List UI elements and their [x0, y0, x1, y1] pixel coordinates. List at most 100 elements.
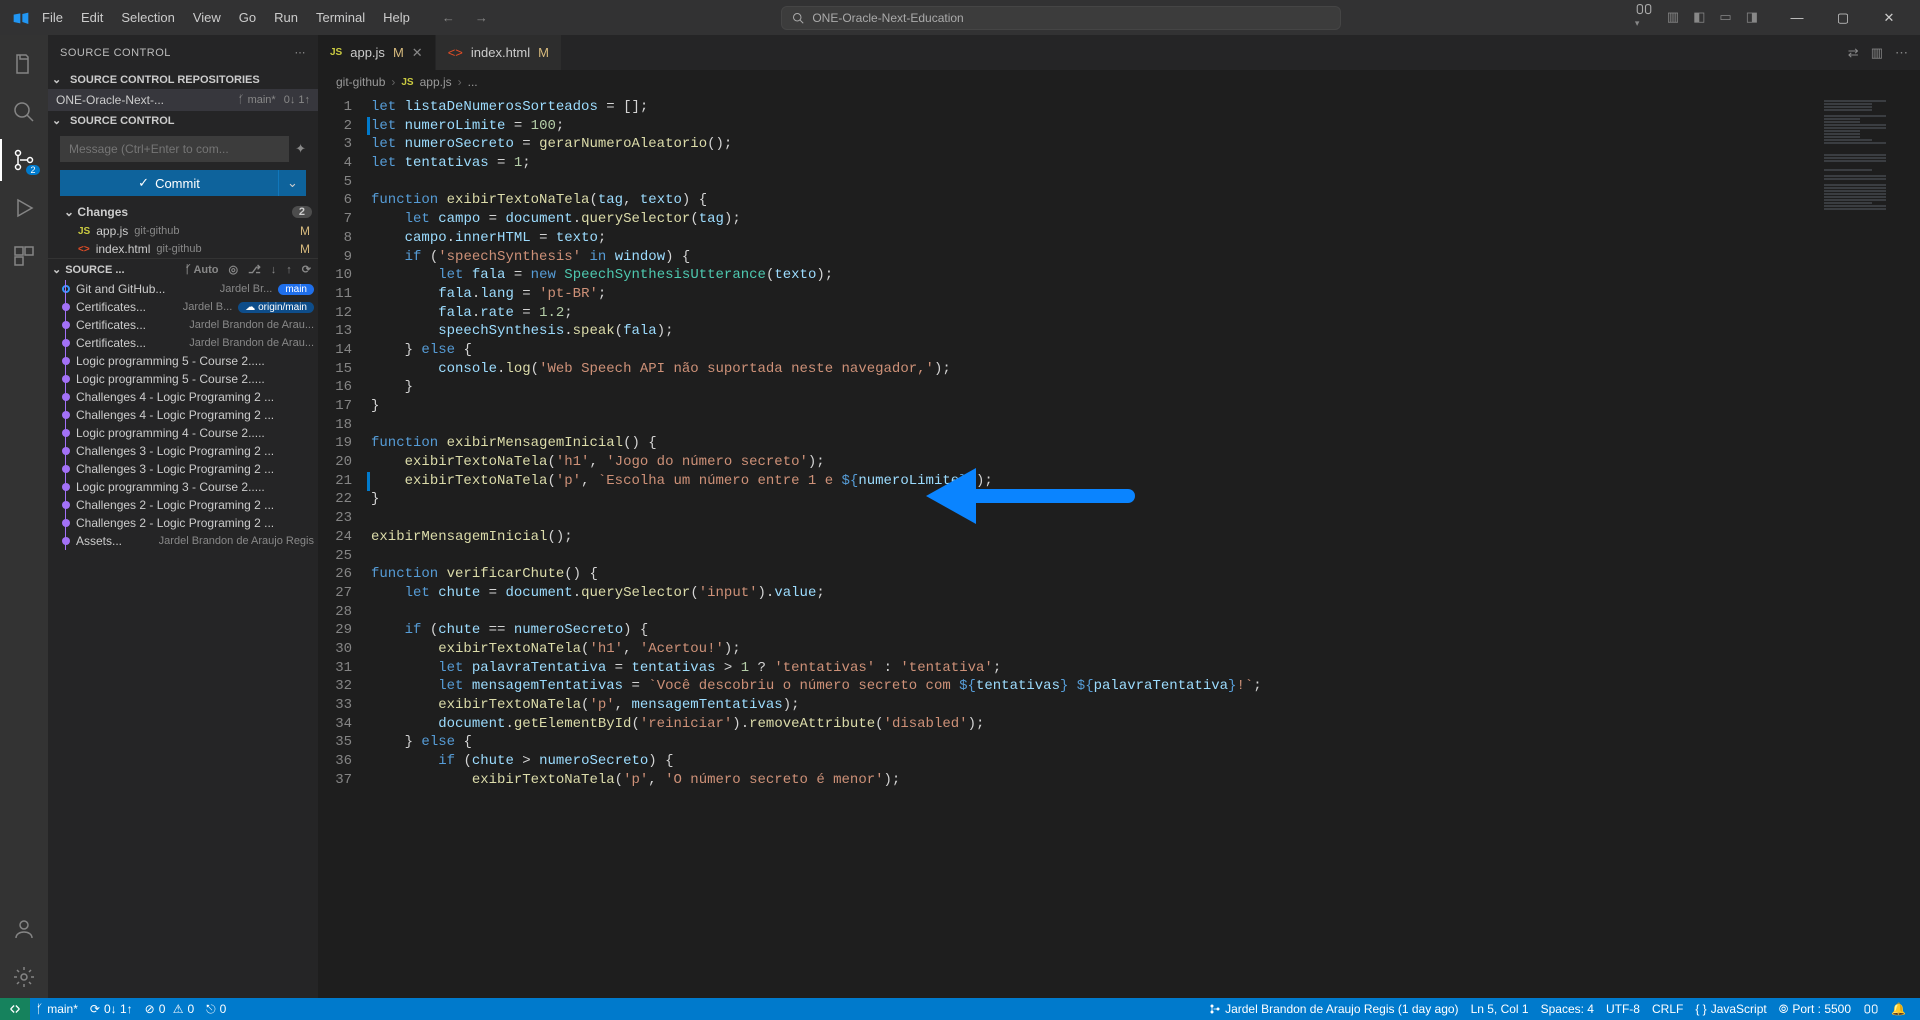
- commit-row[interactable]: Certificates... Jardel B... ☁ origin/mai…: [48, 298, 318, 316]
- scm-repo-row[interactable]: ONE-Oracle-Next-... ᚶ main* 0↓ 1↑: [48, 89, 318, 111]
- nav-back-icon[interactable]: ←: [442, 10, 455, 25]
- commit-row[interactable]: Challenges 4 - Logic Programing 2 ...: [48, 388, 318, 406]
- commit-row[interactable]: Challenges 4 - Logic Programing 2 ...: [48, 406, 318, 424]
- breadcrumbs[interactable]: git-github › JS app.js › ...: [318, 70, 1920, 94]
- close-icon[interactable]: ✕: [412, 45, 423, 61]
- menu-terminal[interactable]: Terminal: [308, 4, 373, 31]
- text-editor[interactable]: 1234567891011121314151617181920212223242…: [318, 94, 1920, 998]
- status-problems[interactable]: ⊘ 0 ⚠ 0: [139, 1002, 201, 1016]
- menu-run[interactable]: Run: [266, 4, 306, 31]
- app-menu: FileEditSelectionViewGoRunTerminalHelp: [34, 4, 418, 31]
- side-bar: SOURCE CONTROL ⋯ ⌄ SOURCE CONTROL REPOSI…: [48, 35, 318, 998]
- commit-dot: [62, 501, 70, 509]
- menu-edit[interactable]: Edit: [73, 4, 111, 31]
- modified-badge: M: [300, 224, 310, 238]
- minimap[interactable]: [1816, 94, 1906, 998]
- changes-header[interactable]: ⌄ Changes 2: [48, 202, 318, 222]
- menu-file[interactable]: File: [34, 4, 71, 31]
- commit-row[interactable]: Git and GitHub... Jardel Br... main: [48, 280, 318, 298]
- modified-indicator: M: [393, 45, 404, 60]
- status-blame[interactable]: Jardel Brandon de Araujo Regis (1 day ag…: [1203, 1001, 1464, 1017]
- commit-row[interactable]: Challenges 2 - Logic Programing 2 ...: [48, 496, 318, 514]
- commit-row[interactable]: Logic programming 4 - Course 2.....: [48, 424, 318, 442]
- layout-customize-icon[interactable]: ▥: [1667, 9, 1679, 25]
- editor-more-icon[interactable]: ⋯: [1895, 45, 1908, 61]
- split-editor-icon[interactable]: ▥: [1871, 45, 1883, 61]
- activity-extensions[interactable]: [0, 235, 48, 277]
- activity-settings[interactable]: [0, 956, 48, 998]
- activity-explorer[interactable]: [0, 43, 48, 85]
- graph-refresh-icon[interactable]: ⟳: [299, 263, 314, 276]
- status-language[interactable]: { } JavaScript: [1689, 1001, 1772, 1017]
- ref-badge: ☁ origin/main: [238, 302, 314, 313]
- menu-help[interactable]: Help: [375, 4, 418, 31]
- menu-selection[interactable]: Selection: [113, 4, 182, 31]
- sparkle-icon[interactable]: ✦: [295, 141, 306, 157]
- graph-header[interactable]: ⌄ SOURCE ... ᚶ Auto ◎ ⎇ ↓ ↑ ⟳: [48, 258, 318, 280]
- graph-view-icon[interactable]: ◎: [225, 263, 241, 276]
- panel-right-toggle-icon[interactable]: ◨: [1746, 9, 1758, 25]
- commit-row[interactable]: Certificates... Jardel Brandon de Arau..…: [48, 316, 318, 334]
- sync-indicator: 0↓ 1↑: [284, 94, 310, 106]
- commit-row[interactable]: Challenges 3 - Logic Programing 2 ...: [48, 442, 318, 460]
- commit-row[interactable]: Logic programming 5 - Course 2.....: [48, 370, 318, 388]
- commit-row[interactable]: Assets... Jardel Brandon de Araujo Regis: [48, 532, 318, 550]
- menu-go[interactable]: Go: [231, 4, 264, 31]
- panel-bottom-toggle-icon[interactable]: ▭: [1719, 9, 1731, 25]
- status-copilot[interactable]: [1857, 1001, 1885, 1017]
- graph-auto[interactable]: ᚶ Auto: [182, 264, 222, 276]
- modified-indicator: M: [538, 45, 549, 60]
- menu-view[interactable]: View: [185, 4, 229, 31]
- activity-accounts[interactable]: [0, 908, 48, 950]
- chevron-down-icon: ⌄: [52, 114, 66, 127]
- panel-left-toggle-icon[interactable]: ◧: [1693, 9, 1705, 25]
- status-encoding[interactable]: UTF-8: [1600, 1001, 1646, 1017]
- commit-dot: [62, 357, 70, 365]
- commit-button[interactable]: ✓ Commit: [60, 170, 278, 196]
- html-file-icon: <>: [448, 45, 463, 60]
- status-liveserver[interactable]: ⦾ Port : 5500: [1773, 1001, 1857, 1017]
- commit-row[interactable]: Logic programming 5 - Course 2.....: [48, 352, 318, 370]
- commit-dropdown[interactable]: ⌄: [278, 170, 306, 196]
- search-box[interactable]: ONE-Oracle-Next-Education: [781, 6, 1341, 30]
- graph-push-icon[interactable]: ↑: [283, 264, 295, 276]
- activity-search[interactable]: [0, 91, 48, 133]
- remote-indicator[interactable]: [0, 998, 30, 1020]
- compare-changes-icon[interactable]: ⇄: [1848, 45, 1859, 61]
- activity-run-debug[interactable]: [0, 187, 48, 229]
- tab-index.html[interactable]: <> index.html M: [436, 35, 562, 70]
- status-ports[interactable]: ⎋ 0: [200, 1002, 232, 1017]
- commit-row[interactable]: Challenges 2 - Logic Programing 2 ...: [48, 514, 318, 532]
- activity-source-control[interactable]: 2: [0, 139, 48, 181]
- commit-dot: [62, 483, 70, 491]
- editor-area: JS app.js M ✕<> index.html M ⇄ ▥ ⋯ git-g…: [318, 35, 1920, 998]
- history-nav: ← →: [442, 10, 488, 25]
- tab-app.js[interactable]: JS app.js M ✕: [318, 35, 436, 70]
- commit-dot: [62, 285, 70, 293]
- status-branch[interactable]: ᚶ main*: [30, 1002, 84, 1016]
- changed-file[interactable]: JS app.js git-github M: [48, 222, 318, 240]
- window-maximize[interactable]: ▢: [1820, 0, 1866, 35]
- sidebar-title-text: SOURCE CONTROL: [60, 47, 171, 59]
- status-spaces[interactable]: Spaces: 4: [1535, 1001, 1600, 1017]
- window-minimize[interactable]: —: [1774, 0, 1820, 35]
- commit-row[interactable]: Certificates... Jardel Brandon de Arau..…: [48, 334, 318, 352]
- commit-message-input[interactable]: [60, 136, 289, 162]
- copilot-icon[interactable]: ▾: [1635, 0, 1653, 34]
- scm-header[interactable]: ⌄ SOURCE CONTROL: [48, 111, 318, 130]
- graph-branch-icon[interactable]: ⎇: [245, 263, 264, 276]
- status-eol[interactable]: CRLF: [1646, 1001, 1689, 1017]
- sidebar-more-icon[interactable]: ⋯: [295, 46, 307, 59]
- status-cursor[interactable]: Ln 5, Col 1: [1465, 1001, 1535, 1017]
- commit-row[interactable]: Logic programming 3 - Course 2.....: [48, 478, 318, 496]
- window-close[interactable]: ✕: [1866, 0, 1912, 35]
- tab-bar: JS app.js M ✕<> index.html M ⇄ ▥ ⋯: [318, 35, 1920, 70]
- nav-forward-icon[interactable]: →: [475, 10, 488, 25]
- status-sync[interactable]: ⟳ 0↓ 1↑: [84, 1002, 139, 1016]
- js-file-icon: JS: [401, 77, 413, 88]
- graph-pull-icon[interactable]: ↓: [268, 264, 280, 276]
- changed-file[interactable]: <> index.html git-github M: [48, 240, 318, 258]
- commit-row[interactable]: Challenges 3 - Logic Programing 2 ...: [48, 460, 318, 478]
- scm-repos-header[interactable]: ⌄ SOURCE CONTROL REPOSITORIES: [48, 70, 318, 89]
- status-bell-icon[interactable]: 🔔: [1885, 1001, 1912, 1017]
